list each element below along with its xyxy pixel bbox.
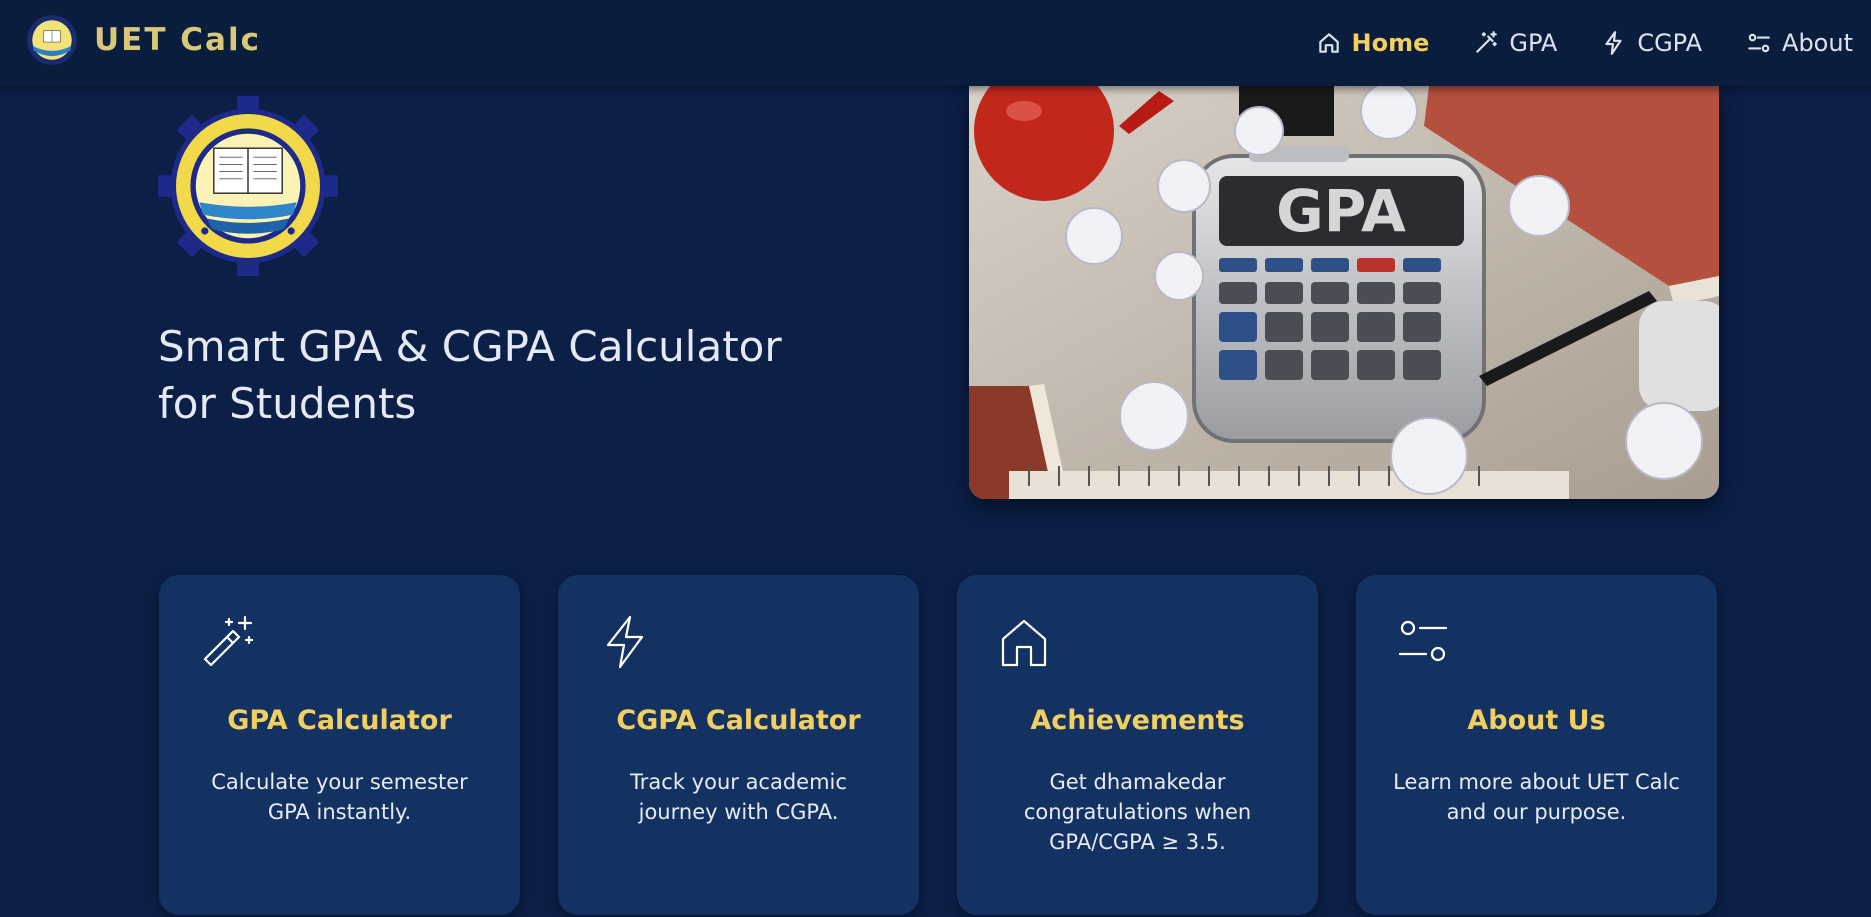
uet-logo-icon <box>27 15 77 65</box>
calculator-display-text: GPA <box>1276 177 1406 245</box>
lightning-icon <box>1605 31 1622 55</box>
card-title: About Us <box>1467 705 1606 736</box>
sliders-icon <box>1398 620 1448 662</box>
card-icon-wrapper <box>596 613 654 671</box>
university-emblem-icon <box>158 96 338 276</box>
card-description: Get dhamakedar congratulations when GPA/… <box>1023 770 1252 854</box>
hero-title-line2: for Students <box>158 379 417 428</box>
hero-title: Smart GPA & CGPA Calculator for Students <box>158 318 798 432</box>
hero-title-line1: Smart GPA & CGPA Calculator <box>158 322 782 371</box>
home-icon <box>1318 33 1339 53</box>
card-title: GPA Calculator <box>227 705 452 736</box>
card-title: Achievements <box>1030 705 1245 736</box>
card-icon-wrapper <box>995 613 1053 671</box>
brand-title: UET Calc <box>94 22 261 58</box>
top-navbar: UET Calc Home GPA CGPA About <box>0 0 1871 86</box>
card-description: Learn more about UET Calc and our purpos… <box>1393 770 1680 824</box>
nav-label-home: Home <box>1351 29 1430 57</box>
card-cgpa-calculator[interactable]: CGPA Calculator Track your academic jour… <box>558 575 919 915</box>
gpa-calculator-illustration: GPA <box>969 86 1719 499</box>
nav-label-gpa: GPA <box>1509 29 1558 57</box>
nav-label-cgpa: CGPA <box>1637 29 1703 57</box>
sliders-icon <box>1748 33 1770 53</box>
magic-wand-icon <box>203 615 254 667</box>
card-icon-wrapper <box>197 613 255 671</box>
card-title: CGPA Calculator <box>616 705 861 736</box>
card-description: Track your academic journey with CGPA. <box>630 770 847 824</box>
nav-item-home[interactable]: Home <box>1316 29 1430 57</box>
card-about-us[interactable]: About Us Learn more about UET Calc and o… <box>1356 575 1717 915</box>
hero-calculator-image: GPA <box>969 86 1719 499</box>
card-gpa-calculator[interactable]: GPA Calculator Calculate your semester G… <box>159 575 520 915</box>
card-icon-wrapper <box>1394 613 1452 671</box>
nav-item-gpa[interactable]: GPA <box>1473 29 1557 57</box>
nav-item-about[interactable]: About <box>1746 29 1853 57</box>
lightning-icon <box>606 615 644 669</box>
nav-links: Home GPA CGPA About <box>1272 0 1853 86</box>
card-achievements[interactable]: Achievements Get dhamakedar congratulati… <box>957 575 1318 915</box>
nav-item-cgpa[interactable]: CGPA <box>1601 29 1702 57</box>
card-description: Calculate your semester GPA instantly. <box>211 770 468 824</box>
brand-link[interactable]: UET Calc <box>26 14 261 66</box>
home-icon <box>1001 619 1047 667</box>
nav-label-about: About <box>1782 29 1853 57</box>
magic-wand-icon <box>1476 31 1498 53</box>
